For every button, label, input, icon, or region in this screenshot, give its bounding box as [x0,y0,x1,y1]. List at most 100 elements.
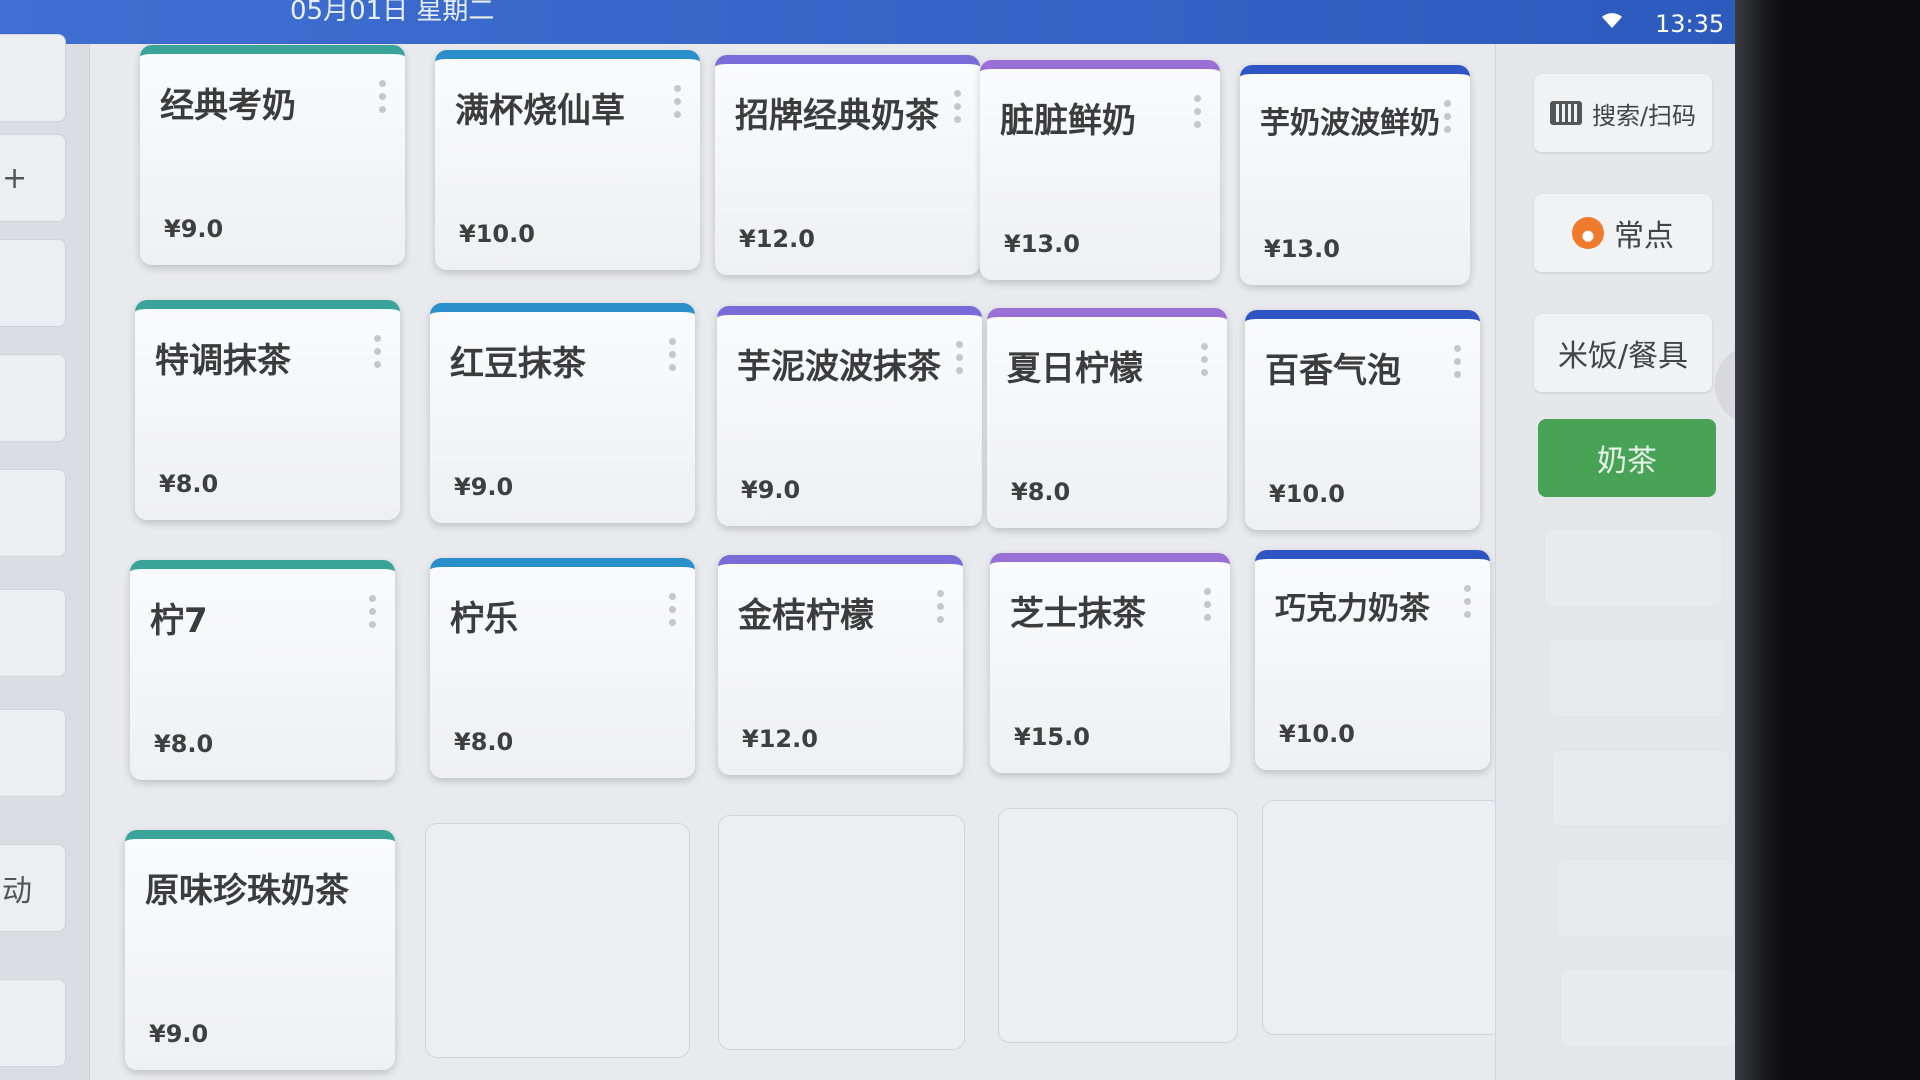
category-label: 奶茶 [1597,444,1657,479]
more-options-icon[interactable] [674,85,682,118]
product-card[interactable]: 原味珍珠奶茶 ¥9.0 [125,830,395,1070]
product-name: 柠乐 [450,599,518,639]
search-scan-button[interactable]: 搜索/扫码 [1534,74,1712,152]
category-empty-slot [1544,529,1722,607]
category-empty-slot [1552,749,1730,827]
product-name: 经典考奶 [160,86,296,126]
rail-tab-8[interactable]: 动 [0,844,66,932]
product-name: 柠7 [150,601,208,641]
product-price: ¥10.0 [1279,720,1355,748]
barcode-scan-icon [1549,101,1582,125]
rail-tab-7[interactable] [0,709,66,797]
category-empty-slot [1560,969,1735,1047]
more-options-icon[interactable] [379,80,387,113]
more-options-icon[interactable] [369,595,377,628]
device-bezel [1735,0,1785,1080]
rail-tab-4[interactable] [0,354,66,442]
product-price: ¥8.0 [154,730,214,758]
status-bar: 05月01日 星期二 13:35 [0,0,1735,44]
product-name: 招牌经典奶茶 [735,96,939,136]
more-options-icon[interactable] [669,338,677,371]
product-name: 芋奶波波鲜奶 [1260,106,1440,141]
rail-tab-3[interactable] [0,239,66,327]
product-name: 红豆抹茶 [450,344,586,384]
rail-tab-1[interactable] [0,34,66,122]
product-card[interactable]: 芝士抹茶 ¥15.0 [990,553,1230,773]
more-options-icon[interactable] [1464,585,1472,618]
rail-tab-label: 动 [2,874,32,909]
rail-tab-6[interactable] [0,589,66,677]
product-name: 百香气泡 [1265,351,1401,391]
product-name: 原味珍珠奶茶 [145,871,349,911]
product-card[interactable]: 夏日柠檬 ¥8.0 [987,308,1227,528]
more-options-icon[interactable] [937,590,945,623]
empty-product-slot [1262,800,1502,1035]
status-time: 13:35 [1655,10,1725,38]
more-options-icon[interactable] [374,335,382,368]
frequent-button[interactable]: 常点 [1534,194,1712,272]
rail-tab-5[interactable] [0,469,66,557]
product-price: ¥9.0 [454,473,514,501]
empty-product-slot [425,823,690,1058]
product-price: ¥10.0 [459,220,535,248]
product-name: 金桔柠檬 [738,596,874,636]
product-name: 夏日柠檬 [1007,349,1143,389]
product-card[interactable]: 特调抹茶 ¥8.0 [135,300,400,520]
product-card[interactable]: 柠7 ¥8.0 [130,560,395,780]
wifi-icon [1600,10,1624,36]
product-card[interactable]: 招牌经典奶茶 ¥12.0 [715,55,980,275]
left-category-rail: + 动 [0,34,90,1080]
product-card[interactable]: 百香气泡 ¥10.0 [1245,310,1480,530]
product-name: 满杯烧仙草 [455,91,625,131]
empty-product-slot [718,815,965,1050]
product-card[interactable]: 柠乐 ¥8.0 [430,558,695,778]
category-milk-tea[interactable]: 奶茶 [1538,419,1716,497]
more-options-icon[interactable] [1454,345,1462,378]
pos-screen: 05月01日 星期二 13:35 + 动 经典考奶 ¥9.0 满杯烧仙草 ¥10… [0,0,1735,1080]
rail-tab-9[interactable] [0,979,66,1067]
product-price: ¥12.0 [739,225,815,253]
product-price: ¥15.0 [1014,723,1090,751]
rail-tab-add[interactable]: + [0,134,66,222]
category-empty-slot [1548,639,1726,717]
category-label: 米饭/餐具 [1557,339,1689,374]
more-options-icon[interactable] [669,593,677,626]
product-card[interactable]: 满杯烧仙草 ¥10.0 [435,50,700,270]
product-price: ¥8.0 [454,728,514,756]
frequent-label: 常点 [1614,219,1674,254]
product-price: ¥9.0 [164,215,224,243]
empty-product-slot [998,808,1238,1043]
product-price: ¥9.0 [149,1020,209,1048]
product-card[interactable]: 金桔柠檬 ¥12.0 [718,555,963,775]
fire-icon [1572,217,1604,249]
product-price: ¥8.0 [159,470,219,498]
product-price: ¥13.0 [1264,235,1340,263]
right-category-panel: 搜索/扫码 常点 米饭/餐具 奶茶 [1495,44,1735,1080]
product-card[interactable]: 巧克力奶茶 ¥10.0 [1255,550,1490,770]
product-card[interactable]: 经典考奶 ¥9.0 [140,45,405,265]
category-empty-slot [1556,859,1734,937]
product-name: 芝士抹茶 [1010,594,1146,634]
product-name: 巧克力奶茶 [1275,591,1430,627]
product-card[interactable]: 芋泥波波抹茶 ¥9.0 [717,306,982,526]
product-price: ¥13.0 [1004,230,1080,258]
product-price: ¥9.0 [741,476,801,504]
search-scan-label: 搜索/扫码 [1591,101,1697,130]
more-options-icon[interactable] [1201,343,1209,376]
more-options-icon[interactable] [1204,588,1212,621]
more-options-icon[interactable] [954,90,962,123]
product-name: 芋泥波波抹茶 [737,347,941,387]
product-card[interactable]: 芋奶波波鲜奶 ¥13.0 [1240,65,1470,285]
status-date: 05月01日 星期二 [290,0,495,26]
category-rice-utensils[interactable]: 米饭/餐具 [1534,314,1712,392]
product-card[interactable]: 脏脏鲜奶 ¥13.0 [980,60,1220,280]
product-name: 特调抹茶 [155,341,291,381]
more-options-icon[interactable] [1194,95,1202,128]
product-price: ¥10.0 [1269,480,1345,508]
more-options-icon[interactable] [1444,100,1452,133]
product-name: 脏脏鲜奶 [1000,101,1136,141]
more-options-icon[interactable] [956,341,964,374]
product-card[interactable]: 红豆抹茶 ¥9.0 [430,303,695,523]
product-price: ¥12.0 [742,725,818,753]
rail-tab-label: + [2,160,28,196]
